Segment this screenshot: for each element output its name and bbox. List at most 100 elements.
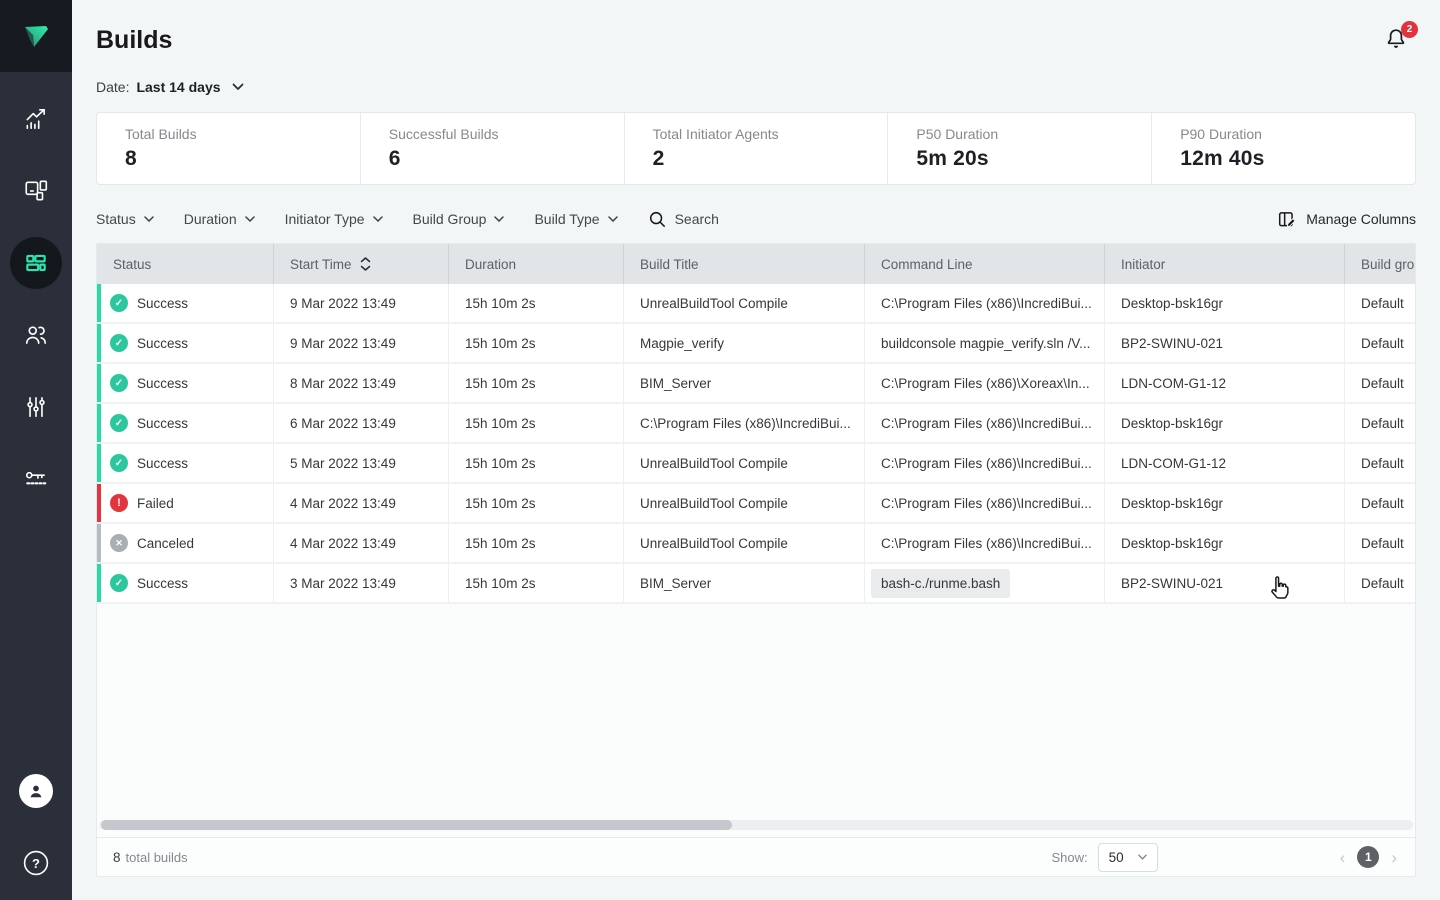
current-page-button[interactable]: 1 [1357,846,1379,868]
analytics-icon [23,106,49,132]
app-logo[interactable] [0,0,72,72]
pagination: ‹ 1 › [1338,846,1399,868]
table-row[interactable]: ✓ Success 8 Mar 2022 13:49 15h 10m 2s BI… [97,364,1416,404]
column-header-duration: Duration [449,244,624,284]
stat-value: 5m 20s [916,147,1151,171]
status-accent-bar [97,404,101,442]
build-title-cell: UnrealBuildTool Compile [624,444,865,482]
horizontal-scrollbar-thumb[interactable] [101,820,732,830]
search-icon [648,210,666,228]
filter-duration-dropdown[interactable]: Duration [184,211,255,227]
total-builds-label: total builds [126,850,188,865]
page-size-value: 50 [1109,850,1124,865]
build-title-cell: BIM_Server [624,364,865,402]
column-header-build-title: Build Title [624,244,865,284]
build-title-cell: UnrealBuildTool Compile [624,484,865,522]
filter-build-type-dropdown[interactable]: Build Type [534,211,617,227]
start-time-cell: 9 Mar 2022 13:49 [274,324,449,362]
status-accent-bar [97,284,101,322]
initiator-cell: Desktop-bsk16gr [1105,524,1345,562]
stat-label: Total Builds [125,126,360,142]
initiator-cell: Desktop-bsk16gr [1105,284,1345,322]
filter-build-group-dropdown[interactable]: Build Group [413,211,505,227]
column-header-initiator: Initiator [1105,244,1345,284]
table-row[interactable]: ! Failed 4 Mar 2022 13:49 15h 10m 2s Unr… [97,484,1416,524]
initiator-cell: BP2-SWINU-021 [1105,324,1345,362]
status-icon: ✓ [110,574,128,592]
command-line-text: buildconsole magpie_verify.sln /V... [881,336,1090,351]
build-group-cell: Default [1345,404,1416,442]
duration-cell: 15h 10m 2s [449,364,624,402]
table-row[interactable]: ✓ Success 6 Mar 2022 13:49 15h 10m 2s C:… [97,404,1416,444]
manage-columns-button[interactable]: Manage Columns [1278,210,1416,229]
command-line-cell: buildconsole magpie_verify.sln /V... [865,324,1105,362]
table-row[interactable]: ✓ Success 5 Mar 2022 13:49 15h 10m 2s Un… [97,444,1416,484]
horizontal-scrollbar-track[interactable] [99,820,1413,830]
users-icon [23,322,49,348]
notification-badge: 2 [1401,21,1418,38]
command-line-cell: C:\Program Files (x86)\Xoreax\In... [865,364,1105,402]
build-group-cell: Default [1345,364,1416,402]
command-line-cell: C:\Program Files (x86)\IncrediBui... [865,484,1105,522]
status-icon: ✓ [110,294,128,312]
status-accent-bar [97,324,101,362]
builds-table: Status Start Time Duration Build Title C… [96,243,1416,877]
search-label: Search [675,211,719,227]
status-accent-bar [97,444,101,482]
command-line-text: C:\Program Files (x86)\IncrediBui... [881,416,1092,431]
status-cell: ✓ Success [97,284,274,322]
duration-cell: 15h 10m 2s [449,404,624,442]
notifications-button[interactable]: 2 [1384,26,1410,54]
initiator-cell: Desktop-bsk16gr [1105,404,1345,442]
stat-total-initiator-agents: Total Initiator Agents 2 [624,113,888,184]
start-time-cell: 4 Mar 2022 13:49 [274,524,449,562]
filter-initiator-type-dropdown[interactable]: Initiator Type [285,211,383,227]
sidebar-item-agents[interactable] [0,155,72,227]
sort-icon[interactable] [360,257,371,271]
status-cell: ✓ Success [97,444,274,482]
status-icon: ✓ [110,334,128,352]
date-filter[interactable]: Date: Last 14 days [96,78,244,96]
sidebar-item-builds[interactable] [0,227,72,299]
table-row[interactable]: ✓ Success 9 Mar 2022 13:49 15h 10m 2s Ma… [97,324,1416,364]
prev-page-button[interactable]: ‹ [1338,849,1348,866]
dropdown-label: Initiator Type [285,211,365,227]
column-header-status: Status [97,244,274,284]
status-accent-bar [97,524,101,562]
sidebar-item-licenses[interactable] [0,443,72,515]
main-content: Builds 2 Date: Last 14 days Total Builds… [72,0,1440,877]
status-accent-bar [97,564,101,602]
command-line-text: C:\Program Files (x86)\IncrediBui... [881,536,1092,551]
sidebar-item-users[interactable] [0,299,72,371]
sidebar: ? [0,0,72,900]
command-line-text: bash-c./runme.bash [871,569,1010,598]
duration-cell: 15h 10m 2s [449,484,624,522]
build-title-cell: C:\Program Files (x86)\IncrediBui... [624,404,865,442]
sidebar-item-help[interactable]: ? [0,827,72,899]
table-row[interactable]: ✓ Success 9 Mar 2022 13:49 15h 10m 2s Un… [97,284,1416,324]
agents-icon [23,178,49,204]
total-builds-count: 8 [113,850,121,865]
chevron-down-icon [144,216,154,222]
table-row[interactable]: ✓ Success 3 Mar 2022 13:49 15h 10m 2s BI… [97,564,1416,604]
status-label: Canceled [137,536,194,551]
sidebar-item-account[interactable] [0,755,72,827]
avatar [19,774,53,808]
command-line-cell: C:\Program Files (x86)\IncrediBui... [865,524,1105,562]
sidebar-item-analytics[interactable] [0,83,72,155]
status-cell: ✓ Success [97,364,274,402]
start-time-cell: 9 Mar 2022 13:49 [274,284,449,322]
filter-status-dropdown[interactable]: Status [96,211,154,227]
status-cell: ✓ Success [97,324,274,362]
table-footer: 8 total builds Show: 50 ‹ 1 › [97,837,1415,876]
page-size-select[interactable]: 50 [1098,843,1158,872]
search-button[interactable]: Search [648,210,719,228]
next-page-button[interactable]: › [1389,849,1399,866]
sidebar-item-settings[interactable] [0,371,72,443]
column-header-start-time[interactable]: Start Time [274,244,449,284]
active-item-highlight [10,237,62,289]
table-row[interactable]: ✕ Canceled 4 Mar 2022 13:49 15h 10m 2s U… [97,524,1416,564]
stat-label: Successful Builds [389,126,624,142]
show-label: Show: [1051,850,1087,865]
status-icon: ✓ [110,374,128,392]
